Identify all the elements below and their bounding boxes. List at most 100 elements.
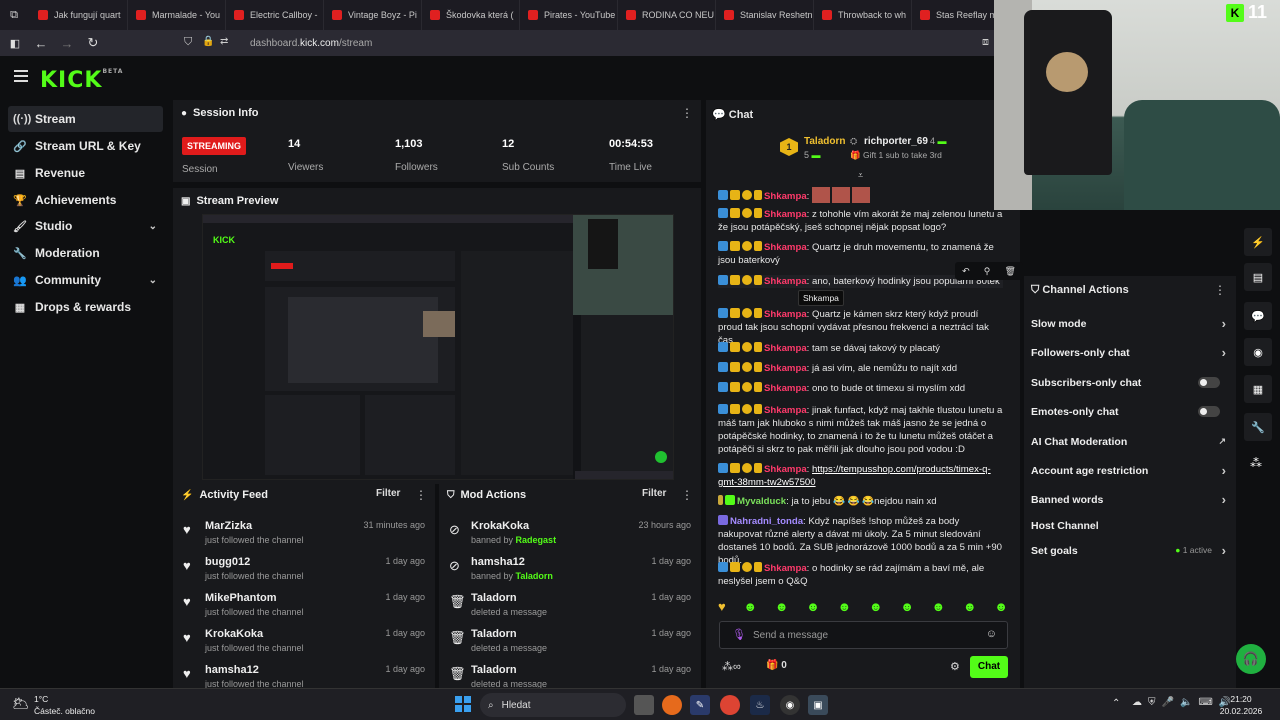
sidebar-toggle-icon[interactable]: ◧ bbox=[4, 32, 26, 54]
chat-message[interactable]: Shkampa: o hodinky se rád zajímám a baví… bbox=[718, 562, 1003, 588]
moderated-user[interactable]: hamsha12 bbox=[471, 556, 525, 568]
chevron-down-icon[interactable]: ⌄ bbox=[149, 275, 157, 286]
start-windows-icon[interactable] bbox=[455, 696, 471, 712]
toggle-switch[interactable] bbox=[1198, 377, 1220, 388]
activity-item[interactable]: ♥ bugg012 just followed the channel 1 day a… bbox=[173, 554, 435, 590]
chat-username[interactable]: Shkampa bbox=[764, 276, 807, 287]
activity-item[interactable]: ♥ MikePhantom just followed the channel 1 d… bbox=[173, 590, 435, 626]
chat-username[interactable]: Nahradni_tonda bbox=[730, 516, 803, 527]
chat-message[interactable]: Shkampa: já asi vím, ale nemůžu to najít… bbox=[718, 362, 1003, 375]
channel-action-slow-mode[interactable]: Slow mode › bbox=[1031, 316, 1226, 331]
moderator-name[interactable]: Radegast bbox=[516, 535, 557, 545]
app2-icon[interactable]: ▣ bbox=[808, 695, 828, 715]
channel-action-subscribers-only-chat[interactable]: Subscribers-only chat bbox=[1031, 377, 1226, 389]
toggle-switch[interactable] bbox=[1198, 406, 1220, 417]
activity-item[interactable]: ♥ KrokaKoka just followed the channel 1 day… bbox=[173, 626, 435, 662]
chevron-down-icon[interactable]: ⌄ bbox=[149, 221, 157, 232]
channel-action-ai-chat-moderation[interactable]: AI Chat Moderation ↗ bbox=[1031, 436, 1226, 448]
sidebar-item-achievements[interactable]: 🏆 Achievements bbox=[8, 187, 163, 213]
moderator-name[interactable]: Taladorn bbox=[516, 571, 553, 581]
moderated-user[interactable]: Taladorn bbox=[471, 592, 517, 604]
browser-tab[interactable]: Marmalade - You bbox=[128, 0, 226, 30]
channel-action-host-channel[interactable]: Host Channel bbox=[1031, 520, 1226, 532]
moderated-user[interactable]: KrokaKoka bbox=[471, 520, 529, 532]
permissions-icon[interactable]: ⇄ bbox=[220, 36, 228, 47]
chat-username[interactable]: Shkampa bbox=[764, 209, 807, 220]
mic-icon[interactable]: 🎙 bbox=[732, 628, 746, 641]
channel-action-account-age-restriction[interactable]: Account age restriction › bbox=[1031, 463, 1226, 478]
forward-icon[interactable]: → bbox=[56, 32, 78, 54]
chat-username[interactable]: Shkampa bbox=[764, 191, 807, 202]
channel-action-banned-words[interactable]: Banned words › bbox=[1031, 492, 1226, 507]
chat-username[interactable]: Myvalduck bbox=[737, 496, 786, 507]
chat-message[interactable]: Shkampa: ono to bude ot timexu si myslím… bbox=[718, 382, 1003, 395]
tab-overview-icon[interactable]: ⧉ bbox=[4, 4, 24, 26]
emote-icon[interactable]: ☻ bbox=[775, 599, 789, 617]
chat-send-button[interactable]: Chat bbox=[970, 656, 1008, 678]
more-icon[interactable]: ⋮ bbox=[681, 106, 693, 120]
chat-username[interactable]: Shkampa bbox=[764, 242, 807, 253]
document-rail-icon[interactable]: ▤ bbox=[1244, 263, 1272, 291]
mod-action-item[interactable]: 🗑 Taladorn deleted a message 1 day ago bbox=[439, 626, 701, 662]
community-icon[interactable]: ⁂∞ bbox=[722, 660, 741, 673]
emote-icon[interactable]: ☻ bbox=[994, 599, 1008, 617]
emote-icon[interactable]: ☻ bbox=[900, 599, 914, 617]
browser-tab[interactable]: Pirates - YouTube bbox=[520, 0, 618, 30]
browser-tab[interactable]: Jak fungují quart bbox=[30, 0, 128, 30]
leader1-name[interactable]: Taladorn bbox=[804, 136, 845, 147]
browser-tab[interactable]: RODINA CO NEU bbox=[618, 0, 716, 30]
sidebar-item-studio[interactable]: 🖌 Studio ⌄ bbox=[8, 213, 163, 239]
chat-message[interactable]: Nahradni_tonda: Když napíšeš !shop můžeš… bbox=[718, 515, 1003, 567]
chat-username[interactable]: Shkampa bbox=[764, 309, 807, 320]
taskbar-search[interactable]: ⌕ Hledat bbox=[480, 693, 626, 717]
emoji-picker-icon[interactable]: ☺ bbox=[986, 628, 997, 640]
clock-date[interactable]: 20.02.2026 bbox=[1216, 706, 1266, 716]
chat-username[interactable]: Shkampa bbox=[764, 464, 807, 475]
mod-action-item[interactable]: ⊘ KrokaKoka banned by Radegast 23 hours ago bbox=[439, 518, 701, 554]
chat-username[interactable]: Shkampa bbox=[764, 383, 807, 394]
sidebar-item-community[interactable]: 👥 Community ⌄ bbox=[8, 267, 163, 293]
chat-username[interactable]: Shkampa bbox=[764, 563, 807, 574]
chat-username[interactable]: Shkampa bbox=[764, 343, 807, 354]
sidebar-item-stream[interactable]: ((·)) Stream bbox=[8, 106, 163, 132]
emote-icon[interactable]: ☻ bbox=[837, 599, 851, 617]
activity-item[interactable]: ♥ MarZizka just followed the channel 31 min… bbox=[173, 518, 435, 554]
more-icon[interactable]: ⋮ bbox=[415, 488, 427, 502]
follower-name[interactable]: KrokaKoka bbox=[205, 628, 263, 640]
emote-heart-icon[interactable]: ♥ bbox=[718, 599, 726, 617]
weather-text[interactable]: Částeč. oblačno bbox=[34, 706, 95, 716]
layout-rail-icon[interactable]: ▦ bbox=[1244, 375, 1272, 403]
mod-action-item[interactable]: ⊘ hamsha12 banned by Taladorn 1 day ago bbox=[439, 554, 701, 590]
channel-action-emotes-only-chat[interactable]: Emotes-only chat bbox=[1031, 406, 1226, 418]
follower-name[interactable]: hamsha12 bbox=[205, 664, 259, 676]
more-icon[interactable]: ⋮ bbox=[1214, 283, 1226, 297]
sidebar-item-drops-rewards[interactable]: ▦ Drops & rewards bbox=[8, 294, 163, 320]
steam-icon[interactable]: ♨ bbox=[750, 695, 770, 715]
lock-icon[interactable]: 🔒 bbox=[202, 36, 214, 47]
obs-icon[interactable]: ◉ bbox=[780, 695, 800, 715]
stream-preview-video[interactable]: KICK bbox=[202, 214, 674, 480]
chat-message[interactable]: Shkampa: z tohohle vím akorát že maj zel… bbox=[718, 208, 1003, 234]
follower-name[interactable]: bugg012 bbox=[205, 556, 250, 568]
chat-message[interactable]: Shkampa: tam se dávaj takový ty placatý bbox=[718, 342, 1003, 355]
weather-icon[interactable]: 🌥 bbox=[12, 695, 30, 712]
leader2-name[interactable]: richporter_69 bbox=[864, 136, 928, 147]
more-icon[interactable]: ⋮ bbox=[681, 488, 693, 502]
reload-icon[interactable]: ↻ bbox=[82, 32, 104, 54]
url-text[interactable]: dashboard.kick.com/stream bbox=[250, 38, 372, 49]
community-rail-icon[interactable]: ⁂ bbox=[1250, 456, 1262, 470]
firefox-icon[interactable] bbox=[662, 695, 682, 715]
moderated-user[interactable]: Taladorn bbox=[471, 628, 517, 640]
sidebar-item-moderation[interactable]: 🔧 Moderation bbox=[8, 240, 163, 266]
reply-icon[interactable]: ↶ bbox=[962, 266, 970, 277]
browser-tab[interactable]: Electric Callboy - bbox=[226, 0, 324, 30]
chat-input-box[interactable]: 🎙 Send a message ☺ bbox=[719, 621, 1008, 649]
chat-message[interactable]: Shkampa: bbox=[718, 187, 1003, 203]
pin-icon[interactable]: ⚲ bbox=[984, 266, 991, 277]
screenshot-icon[interactable]: ⧈ bbox=[982, 36, 989, 49]
chat-username[interactable]: Shkampa bbox=[764, 363, 807, 374]
shield-icon[interactable]: ⛉ bbox=[184, 36, 192, 49]
kick-logo[interactable]: KICKBETA bbox=[40, 68, 123, 93]
activity-item[interactable]: ♥ hamsha12 just followed the channel 1 day … bbox=[173, 662, 435, 688]
support-headset-icon[interactable]: 🎧 bbox=[1236, 644, 1266, 674]
